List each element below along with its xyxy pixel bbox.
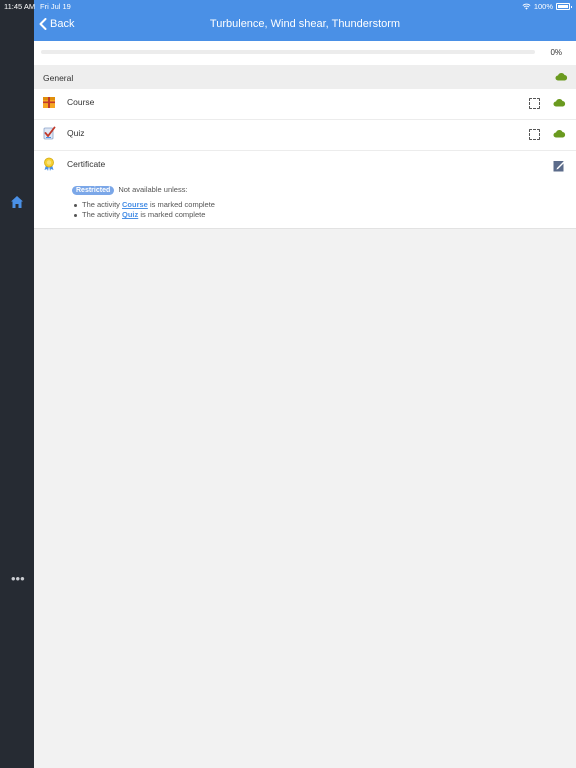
activity-label: Quiz — [67, 128, 85, 138]
condition-list: The activity Course is marked complete T… — [72, 200, 215, 220]
condition-link-course[interactable]: Course — [122, 200, 148, 209]
more-icon[interactable]: ••• — [11, 572, 25, 585]
battery-percent: 100% — [533, 2, 553, 11]
completion-checkbox[interactable] — [529, 129, 540, 140]
cloud-download-icon[interactable] — [555, 72, 568, 81]
activity-label: Course — [67, 97, 95, 107]
certificate-icon — [44, 157, 54, 171]
battery-icon — [556, 3, 572, 10]
completion-checkbox[interactable] — [529, 98, 540, 109]
edit-icon[interactable] — [553, 159, 566, 172]
activity-label: Certificate — [67, 159, 106, 169]
condition-prefix: The activity — [82, 200, 123, 209]
status-time: 11:45 AM — [4, 2, 36, 11]
condition-item: The activity Quiz is marked complete — [74, 210, 215, 220]
restricted-badge: Restricted — [72, 186, 115, 195]
condition-suffix: is marked complete — [138, 210, 206, 219]
cloud-download-icon[interactable] — [553, 98, 566, 107]
activity-course[interactable]: Course — [34, 89, 576, 120]
status-bar: 11:45 AM Fri Jul 19 100% — [0, 0, 576, 12]
wifi-icon — [522, 3, 531, 10]
package-icon — [43, 97, 55, 108]
condition-prefix: The activity — [82, 210, 123, 219]
condition-item: The activity Course is marked complete — [74, 200, 215, 210]
activity-certificate[interactable]: Certificate Restricted Not available unl… — [34, 151, 576, 229]
sidebar: ••• — [0, 0, 34, 768]
course-progress: 0% — [34, 41, 576, 65]
restriction-info: Restricted Not available unless: The act… — [72, 185, 215, 220]
home-icon[interactable] — [10, 195, 24, 209]
section-title: General — [43, 73, 74, 83]
cloud-download-icon[interactable] — [553, 129, 566, 138]
condition-suffix: is marked complete — [147, 200, 215, 209]
activity-quiz[interactable]: Quiz — [34, 120, 576, 151]
condition-link-quiz[interactable]: Quiz — [122, 210, 138, 219]
status-indicators: 100% — [522, 2, 572, 11]
course-content: 0% General Course Quiz Certificate Restr… — [34, 41, 576, 229]
section-header-general[interactable]: General — [34, 65, 576, 89]
quiz-checklist-icon — [43, 126, 56, 140]
status-date: Fri Jul 19 — [40, 2, 71, 11]
restriction-text: Not available unless: — [118, 185, 188, 194]
progress-bar — [41, 50, 535, 54]
page-title: Turbulence, Wind shear, Thunderstorm — [209, 18, 401, 30]
progress-label: 0% — [550, 48, 562, 57]
